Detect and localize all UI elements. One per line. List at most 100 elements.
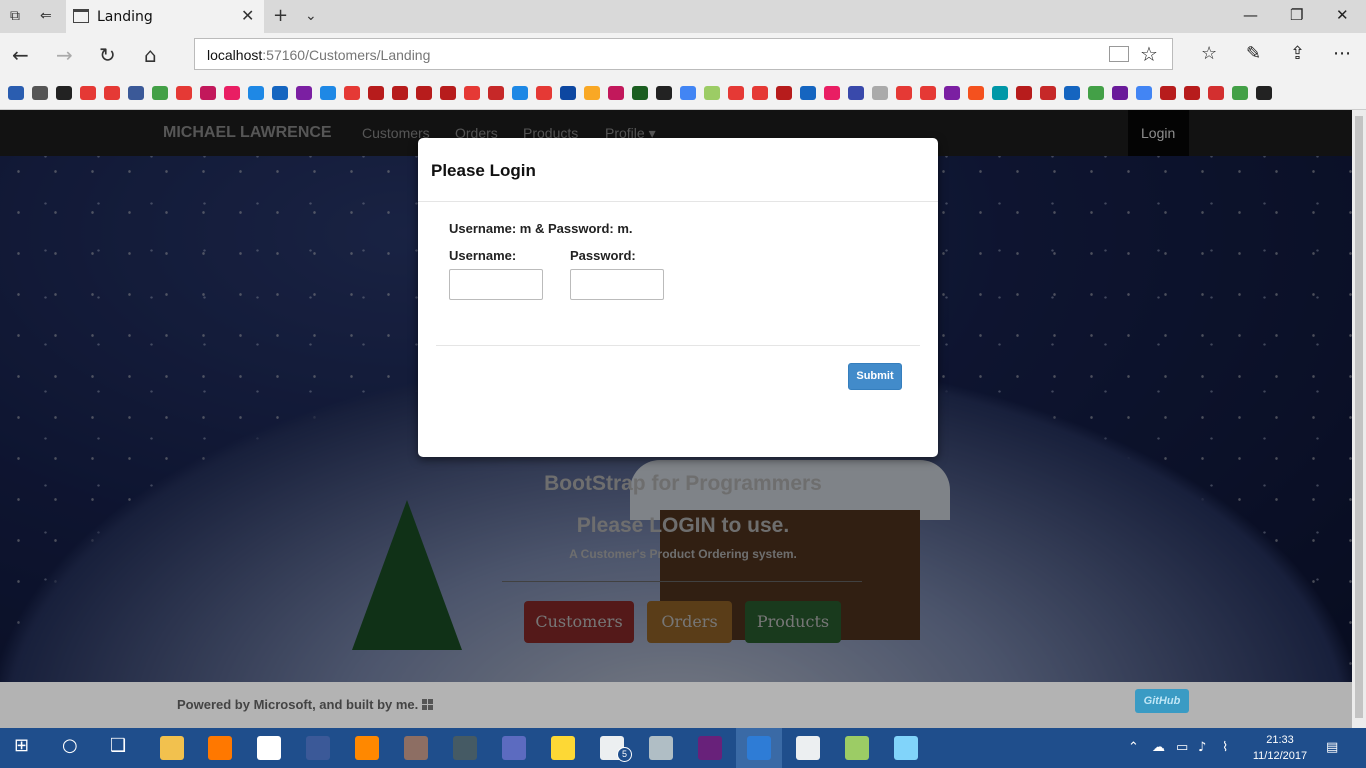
favorite-site-icon[interactable] [1208, 86, 1224, 100]
new-tab-plus-icon[interactable]: + [273, 5, 288, 26]
favorite-site-icon[interactable] [920, 86, 936, 100]
windows-start-icon[interactable]: ⊞ [14, 735, 29, 756]
favorite-site-icon[interactable] [320, 86, 336, 100]
favorite-site-icon[interactable] [968, 86, 984, 100]
favorite-site-icon[interactable] [656, 86, 672, 100]
search-circle-icon[interactable]: ○ [62, 735, 78, 756]
volume-icon[interactable]: ♪ [1198, 740, 1206, 755]
swiftkey-icon[interactable] [502, 736, 526, 760]
maximize-icon[interactable]: ❐ [1290, 6, 1303, 24]
favorite-site-icon[interactable] [728, 86, 744, 100]
favorite-site-icon[interactable] [152, 86, 168, 100]
favorite-site-icon[interactable] [1088, 86, 1104, 100]
favorite-site-icon[interactable] [1160, 86, 1176, 100]
favorite-site-icon[interactable] [464, 86, 480, 100]
notification-center-icon[interactable]: ▤ [1326, 740, 1338, 755]
more-icon[interactable]: ⋯ [1333, 43, 1351, 64]
favorite-site-icon[interactable] [8, 86, 24, 100]
favorite-site-icon[interactable] [752, 86, 768, 100]
refresh-icon[interactable]: ↻ [99, 43, 116, 67]
favorite-site-icon[interactable] [536, 86, 552, 100]
favorite-site-icon[interactable] [1112, 86, 1128, 100]
favorite-site-icon[interactable] [1040, 86, 1056, 100]
favorite-star-icon[interactable]: ☆ [1140, 42, 1158, 66]
favorite-site-icon[interactable] [1016, 86, 1032, 100]
favorite-site-icon[interactable] [824, 86, 840, 100]
favorite-site-icon[interactable] [1184, 86, 1200, 100]
favorite-site-icon[interactable] [1256, 86, 1272, 100]
favorite-site-icon[interactable] [176, 86, 192, 100]
task-view-icon[interactable]: ❑ [110, 735, 126, 756]
favorite-site-icon[interactable] [680, 86, 696, 100]
favorite-site-icon[interactable] [32, 86, 48, 100]
close-window-icon[interactable]: ✕ [1336, 6, 1349, 24]
battery-icon[interactable]: ▭ [1176, 740, 1188, 755]
file-explorer-icon[interactable] [160, 736, 184, 760]
chevron-up-icon[interactable]: ⌃ [1128, 740, 1139, 755]
favorite-site-icon[interactable] [608, 86, 624, 100]
favorite-site-icon[interactable] [1232, 86, 1248, 100]
favorite-site-icon[interactable] [1136, 86, 1152, 100]
browser-tab-landing[interactable]: Landing ✕ [66, 0, 264, 33]
pen-app-icon[interactable] [894, 736, 918, 760]
pen-notes-icon[interactable]: ✎ [1246, 43, 1261, 64]
home-icon[interactable]: ⌂ [144, 43, 157, 67]
favorite-site-icon[interactable] [800, 86, 816, 100]
dosbox-icon[interactable] [404, 736, 428, 760]
close-tab-icon[interactable]: ✕ [241, 6, 254, 26]
arrow-left-icon[interactable]: ← [12, 43, 29, 67]
favorite-site-icon[interactable] [896, 86, 912, 100]
favorite-site-icon[interactable] [512, 86, 528, 100]
favorite-site-icon[interactable] [128, 86, 144, 100]
minimize-icon[interactable]: — [1243, 6, 1258, 24]
duck-icon[interactable] [551, 736, 575, 760]
chevron-down-icon[interactable]: ⌄ [305, 8, 317, 24]
favorite-site-icon[interactable] [56, 86, 72, 100]
reading-view-book-icon[interactable] [1109, 46, 1129, 62]
favorite-site-icon[interactable] [560, 86, 576, 100]
favorite-site-icon[interactable] [248, 86, 264, 100]
favorite-site-icon[interactable] [944, 86, 960, 100]
favorite-site-icon[interactable] [392, 86, 408, 100]
submit-button[interactable]: Submit [848, 363, 902, 390]
notepad-icon[interactable] [845, 736, 869, 760]
favorite-site-icon[interactable] [416, 86, 432, 100]
onedrive-icon[interactable]: ☁ [1152, 740, 1165, 755]
favorite-site-icon[interactable] [776, 86, 792, 100]
username-input[interactable] [449, 269, 543, 300]
favorite-site-icon[interactable] [872, 86, 888, 100]
favorite-site-icon[interactable] [104, 86, 120, 100]
xbox-icon[interactable] [257, 736, 281, 760]
tabs-aside-icon[interactable]: ⧉ [10, 8, 20, 24]
favorite-site-icon[interactable] [488, 86, 504, 100]
favorite-site-icon[interactable] [224, 86, 240, 100]
favorites-hub-icon[interactable]: ☆ [1201, 43, 1217, 64]
favorite-site-icon[interactable] [344, 86, 360, 100]
address-input[interactable]: localhost:57160/Customers/Landing ☆ [194, 38, 1173, 70]
favorite-site-icon[interactable] [848, 86, 864, 100]
favorite-site-icon[interactable] [440, 86, 456, 100]
wifi-icon[interactable]: ⌇ [1222, 740, 1228, 755]
page-scrollbar[interactable] [1352, 110, 1366, 728]
tab-preview-icon[interactable]: ⇐ [40, 8, 52, 24]
tools-icon[interactable] [649, 736, 673, 760]
facebook-icon[interactable] [306, 736, 330, 760]
sd-app-icon[interactable] [453, 736, 477, 760]
taskbar-clock[interactable]: 21:33 11/12/2017 [1245, 732, 1315, 764]
share-icon[interactable]: ⇪ [1290, 43, 1305, 64]
avast-icon[interactable] [208, 736, 232, 760]
favorite-site-icon[interactable] [368, 86, 384, 100]
photos-icon[interactable] [796, 736, 820, 760]
favorite-site-icon[interactable] [200, 86, 216, 100]
vlc-icon[interactable] [355, 736, 379, 760]
password-input[interactable] [570, 269, 664, 300]
visual-studio-icon[interactable] [698, 736, 722, 760]
favorite-site-icon[interactable] [632, 86, 648, 100]
favorite-site-icon[interactable] [80, 86, 96, 100]
favorite-site-icon[interactable] [992, 86, 1008, 100]
favorite-site-icon[interactable] [1064, 86, 1080, 100]
github-button[interactable]: GitHub [1135, 689, 1189, 713]
favorite-site-icon[interactable] [584, 86, 600, 100]
favorite-site-icon[interactable] [704, 86, 720, 100]
edge-icon[interactable] [747, 736, 771, 760]
